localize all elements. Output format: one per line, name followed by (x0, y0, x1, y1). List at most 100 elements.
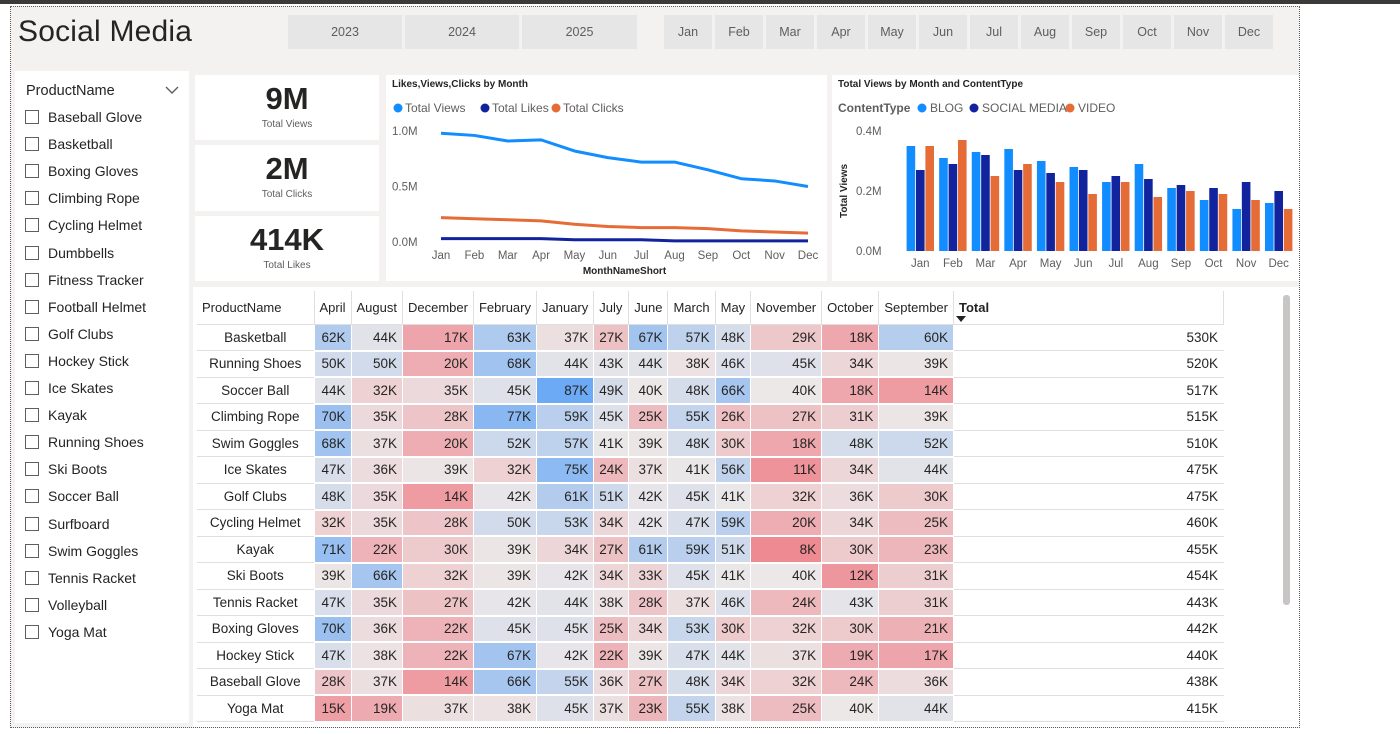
matrix-column-header[interactable]: December (402, 291, 474, 325)
bar-blog[interactable] (939, 158, 948, 251)
bar-social-media[interactable] (1209, 188, 1218, 251)
checkbox[interactable] (25, 570, 39, 585)
checkbox[interactable] (25, 218, 39, 233)
series-line-2[interactable] (440, 216, 809, 235)
table-row[interactable]: Basketball 62K 44K 17K 63K 37K 27K 67K 57K 48K 29K… (197, 324, 1224, 352)
bar-social-media[interactable] (948, 164, 958, 251)
month-button-jan[interactable]: Jan (664, 15, 712, 49)
bar-social-media[interactable] (1144, 179, 1153, 251)
slicer-item[interactable]: Basketball (25, 133, 113, 155)
month-button-sep[interactable]: Sep (1072, 15, 1120, 49)
checkbox[interactable] (25, 164, 39, 179)
checkbox[interactable] (25, 272, 39, 287)
table-row[interactable]: Ski Boots 39K 66K 32K 39K 42K 34K 33K 45K 41K 40K 1… (197, 562, 1224, 590)
matrix-column-header[interactable]: August (351, 291, 404, 325)
bar-video[interactable] (1153, 197, 1163, 251)
matrix-column-header[interactable]: October (821, 291, 880, 325)
slicer-item[interactable]: Fitness Tracker (25, 269, 144, 291)
slicer-item[interactable]: Tennis Racket (25, 567, 136, 589)
checkbox[interactable] (25, 597, 39, 612)
checkbox[interactable] (25, 191, 39, 206)
table-row[interactable]: Running Shoes 50K 50K 20K 68K 44K 43K 44K 38K 46K… (197, 350, 1224, 378)
matrix-column-header[interactable]: January (536, 291, 595, 325)
chevron-down-icon[interactable] (163, 81, 181, 99)
checkbox[interactable] (25, 489, 39, 504)
bar-chart-panel[interactable]: Total Views by Month and ContentType Con… (832, 75, 1299, 281)
bar-video[interactable] (1088, 194, 1097, 251)
slicer-item[interactable]: Cycling Helmet (25, 214, 142, 236)
month-button-dec[interactable]: Dec (1225, 15, 1273, 49)
slicer-item[interactable]: Football Helmet (25, 296, 146, 318)
matrix-row-header[interactable]: ProductName (197, 291, 315, 325)
bar-social-media[interactable] (1078, 170, 1088, 251)
table-row[interactable]: Baseball Glove 28K 37K 14K 66K 55K 36K 27K 48K 34… (197, 668, 1224, 696)
month-button-oct[interactable]: Oct (1123, 15, 1171, 49)
table-row[interactable]: Kayak 71K 22K 30K 39K 34K 27K 61K 59K 51K 8K 30K 23K… (197, 536, 1224, 564)
bar-video[interactable] (1218, 194, 1228, 251)
month-button-mar[interactable]: Mar (766, 15, 814, 49)
table-row[interactable]: Swim Goggles 68K 37K 20K 52K 57K 41K 39K 48K 30K 1… (197, 430, 1224, 458)
series-line-1[interactable] (441, 237, 808, 243)
slicer-item[interactable]: Ski Boots (25, 458, 107, 480)
bar-video[interactable] (925, 146, 934, 251)
checkbox[interactable] (25, 110, 39, 124)
table-row[interactable]: Climbing Rope 70K 35K 28K 77K 59K 45K 25K 55K 26K… (197, 403, 1224, 431)
month-button-feb[interactable]: Feb (715, 15, 763, 49)
month-button-may[interactable]: May (868, 15, 916, 49)
matrix-scrollbar[interactable] (1283, 295, 1290, 605)
slicer-item[interactable]: Soccer Ball (25, 485, 119, 507)
bar-blog[interactable] (971, 152, 981, 251)
checkbox[interactable] (25, 543, 39, 558)
bar-video[interactable] (1251, 200, 1260, 251)
slicer-item[interactable]: Kayak (25, 404, 87, 426)
month-button-jun[interactable]: Jun (919, 15, 967, 49)
bar-blog[interactable] (906, 146, 916, 251)
month-button-jul[interactable]: Jul (970, 15, 1018, 49)
bar-blog[interactable] (1004, 149, 1013, 251)
bar-blog[interactable] (1199, 200, 1209, 251)
bar-social-media[interactable] (1274, 191, 1284, 251)
slicer-item[interactable]: Running Shoes (25, 431, 144, 453)
slicer-item[interactable]: Ice Skates (25, 377, 113, 399)
slicer-item[interactable]: Swim Goggles (25, 540, 138, 562)
table-row[interactable]: Cycling Helmet 32K 35K 28K 50K 53K 34K 42K 47K 59… (197, 509, 1224, 537)
slicer-item[interactable]: Surfboard (25, 513, 109, 535)
checkbox[interactable] (25, 299, 39, 314)
slicer-item[interactable]: Boxing Gloves (25, 160, 138, 182)
checkbox[interactable] (25, 516, 39, 531)
matrix-total-header[interactable]: Total (953, 291, 1224, 325)
table-row[interactable]: Ice Skates 47K 36K 39K 32K 75K 24K 37K 41K 56K 11K… (197, 456, 1224, 484)
bar-blog[interactable] (1167, 188, 1176, 251)
matrix-column-header[interactable]: June (628, 291, 669, 325)
checkbox[interactable] (25, 353, 39, 368)
bar-blog[interactable] (1232, 209, 1242, 251)
table-row[interactable]: Boxing Gloves 70K 36K 22K 45K 45K 25K 34K 53K 30K… (197, 615, 1224, 643)
checkbox[interactable] (25, 381, 39, 395)
month-button-apr[interactable]: Apr (817, 15, 865, 49)
bar-blog[interactable] (1134, 164, 1144, 251)
bar-social-media[interactable] (1241, 182, 1251, 251)
table-row[interactable]: Yoga Mat 15K 19K 37K 38K 45K 37K 23K 55K 38K 25K 40… (197, 695, 1224, 723)
month-button-aug[interactable]: Aug (1021, 15, 1069, 49)
matrix-column-header[interactable]: February (473, 291, 538, 325)
year-button-2024[interactable]: 2024 (405, 15, 519, 49)
matrix-column-header[interactable]: July (593, 291, 630, 325)
slicer-item[interactable]: Volleyball (25, 594, 107, 616)
bar-video[interactable] (1055, 182, 1065, 251)
checkbox[interactable] (25, 245, 39, 260)
bar-blog[interactable] (1265, 203, 1274, 251)
matrix-column-header[interactable]: March (667, 291, 716, 325)
table-row[interactable]: Soccer Ball 44K 32K 35K 45K 87K 49K 40K 48K 66K 40… (197, 377, 1224, 405)
bar-video[interactable] (990, 176, 1000, 251)
checkbox[interactable] (25, 326, 39, 341)
table-row[interactable]: Golf Clubs 48K 35K 14K 42K 61K 51K 42K 45K 41K 32K… (197, 483, 1224, 511)
table-row[interactable]: Tennis Racket 47K 35K 27K 42K 44K 38K 28K 37K 46K… (197, 589, 1224, 617)
slicer-item[interactable]: Climbing Rope (25, 187, 140, 209)
checkbox[interactable] (25, 624, 39, 639)
slicer-item[interactable]: Yoga Mat (25, 621, 107, 643)
matrix-column-header[interactable]: September (878, 291, 954, 325)
bar-video[interactable] (957, 140, 967, 251)
bar-video[interactable] (1023, 164, 1032, 251)
bar-blog[interactable] (1069, 167, 1079, 251)
table-row[interactable]: Hockey Stick 47K 38K 22K 67K 42K 22K 39K 47K 44K 3… (197, 642, 1224, 670)
